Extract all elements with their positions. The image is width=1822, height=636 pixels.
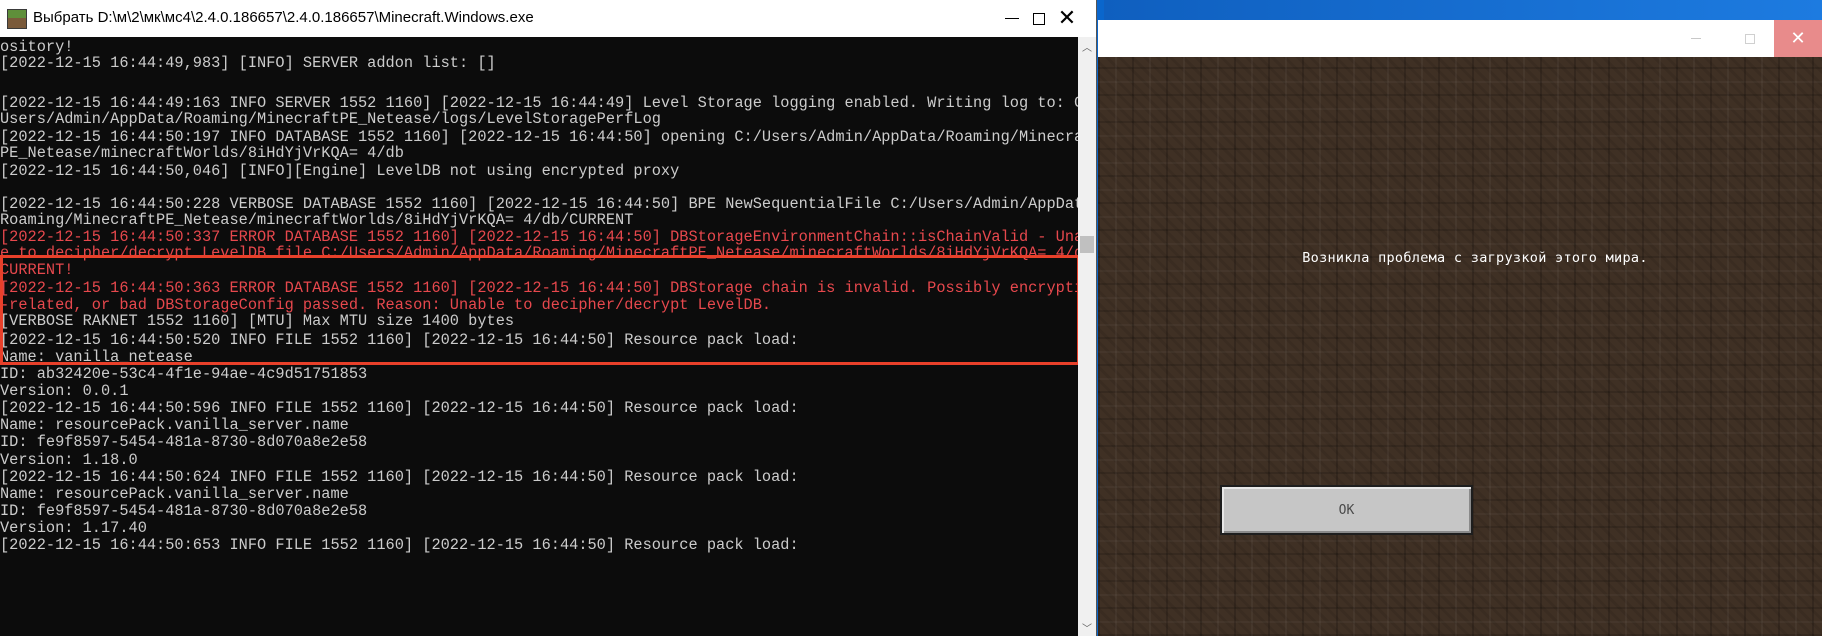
close-icon: ✕ <box>1057 5 1077 31</box>
maximize-icon <box>1745 33 1755 44</box>
console-titlebar[interactable]: Выбрать D:\м\2\мк\мс4\2.4.0.186657\2.4.0… <box>0 0 1096 37</box>
minimize-icon <box>1691 38 1701 39</box>
scroll-down-arrow-icon[interactable]: ﹀ <box>1078 618 1096 636</box>
log-line-error: e to decipher/decrypt LevelDB file C:/Us… <box>0 244 1078 262</box>
log-line: [2022-12-15 16:44:50:653 INFO FILE 1552 … <box>0 536 799 554</box>
ok-button[interactable]: OK <box>1220 485 1473 535</box>
scrollbar-thumb[interactable] <box>1080 236 1094 253</box>
close-button[interactable]: ✕ <box>1038 0 1096 37</box>
minecraft-titlebar[interactable]: ✕ <box>1098 20 1822 57</box>
console-title: Выбрать D:\м\2\мк\мс4\2.4.0.186657\2.4.0… <box>33 9 534 26</box>
minecraft-minimize-button[interactable] <box>1666 20 1726 57</box>
log-line: Users/Admin/AppData/Roaming/MinecraftPE_… <box>0 110 661 128</box>
console-scrollbar[interactable]: ︿ ﹀ <box>1078 37 1096 636</box>
log-line: [2022-12-15 16:44:49,983] [INFO] SERVER … <box>0 54 496 72</box>
close-icon: ✕ <box>1790 27 1806 49</box>
minecraft-app-icon <box>7 9 27 29</box>
log-line: PE_Netease/minecraftWorlds/8iHdYjVrKQA= … <box>0 144 404 162</box>
minecraft-close-button[interactable]: ✕ <box>1774 20 1822 57</box>
minecraft-maximize-button[interactable] <box>1726 20 1774 57</box>
console-log[interactable]: ository! [2022-12-15 16:44:49,983] [INFO]… <box>0 37 1078 636</box>
scroll-up-arrow-icon[interactable]: ︿ <box>1078 37 1096 55</box>
world-load-error-message: Возникла проблема с загрузкой этого мира… <box>1302 250 1648 266</box>
minecraft-window: ✕ Возникла проблема с загрузкой этого ми… <box>1098 20 1822 636</box>
log-line-error: CURRENT! <box>0 261 74 279</box>
desktop-background <box>1104 0 1822 20</box>
console-window: Выбрать D:\м\2\мк\мс4\2.4.0.186657\2.4.0… <box>0 0 1097 636</box>
dirt-background: Возникла проблема с загрузкой этого мира… <box>1098 57 1822 636</box>
log-line: [2022-12-15 16:44:50,046] [INFO][Engine]… <box>0 162 680 180</box>
log-line: ID: fe9f8597-5454-481a-8730-8d070a8e2e58 <box>0 433 368 451</box>
log-line: [VERBOSE RAKNET 1552 1160] [MTU] Max MTU… <box>0 312 515 330</box>
